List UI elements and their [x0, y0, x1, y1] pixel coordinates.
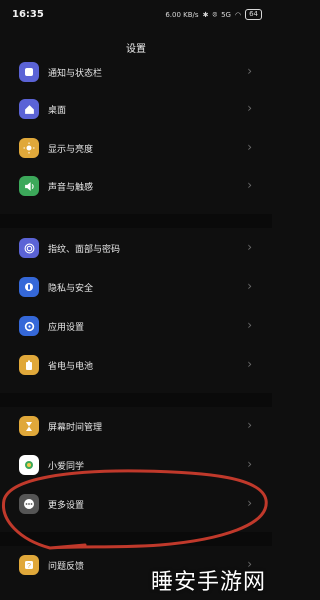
settings-item-label: 隐私与安全 [48, 284, 94, 294]
settings-item-label: 桌面 [48, 106, 67, 116]
more-icon [19, 494, 39, 514]
chevron-right-icon: › [247, 64, 252, 78]
sun-icon [19, 138, 39, 158]
settings-item-battery[interactable]: 省电与电池 › [0, 348, 272, 382]
settings-item-label: 更多设置 [48, 501, 85, 511]
clock: 16:35 [12, 9, 44, 20]
hourglass-icon [19, 416, 39, 436]
signal-label: 5G [221, 10, 231, 19]
section-divider [0, 393, 272, 407]
settings-item-label: 通知与状态栏 [48, 69, 103, 79]
mute-icon: ⦻ [212, 10, 218, 18]
status-bar: 16:35 6.00 KB/s ✱ ⦻ 5G ◠ 64 [0, 0, 272, 28]
chevron-right-icon: › [247, 279, 252, 293]
chevron-right-icon: › [247, 457, 252, 471]
assistant-icon [19, 455, 39, 475]
settings-item-screen-time[interactable]: 屏幕时间管理 › [0, 409, 272, 443]
page-title: 设置 [126, 44, 146, 55]
settings-item-fingerprint[interactable]: 指纹、面部与密码 › [0, 231, 272, 265]
settings-item-label: 显示与亮度 [48, 145, 94, 155]
battery-icon: 64 [245, 9, 262, 20]
status-icons: 6.00 KB/s ✱ ⦻ 5G ◠ 64 [165, 9, 262, 20]
svg-text:?: ? [27, 563, 31, 570]
section-divider [0, 214, 272, 228]
net-speed: 6.00 KB/s [165, 10, 199, 19]
settings-item-label: 声音与触感 [48, 183, 94, 193]
settings-item-label: 省电与电池 [48, 362, 94, 372]
chevron-right-icon: › [247, 357, 252, 371]
settings-item-label: 指纹、面部与密码 [48, 245, 121, 255]
settings-item-display[interactable]: 显示与亮度 › [0, 131, 272, 165]
app-settings-icon [19, 316, 39, 336]
bluetooth-icon: ✱ [202, 10, 209, 19]
settings-item-assistant[interactable]: 小爱同学 › [0, 448, 272, 482]
chevron-right-icon: › [247, 101, 252, 115]
chevron-right-icon: › [247, 140, 252, 154]
watermark: 睡安手游网 [150, 570, 266, 595]
chevron-right-icon: › [247, 178, 252, 192]
section-divider [0, 532, 272, 546]
chevron-right-icon: › [247, 418, 252, 432]
settings-item-label: 问题反馈 [48, 562, 85, 572]
settings-item-more[interactable]: 更多设置 › [0, 487, 272, 521]
settings-item-label: 屏幕时间管理 [48, 423, 103, 433]
home-icon [19, 99, 39, 119]
settings-item-sound[interactable]: 声音与触感 › [0, 169, 272, 203]
settings-item-apps[interactable]: 应用设置 › [0, 309, 272, 343]
settings-item-label: 应用设置 [48, 323, 85, 333]
chevron-right-icon: › [247, 318, 252, 332]
settings-item-desktop[interactable]: 桌面 › [0, 92, 272, 126]
fingerprint-icon [19, 238, 39, 258]
privacy-icon [19, 277, 39, 297]
wifi-icon: ◠ [234, 10, 242, 19]
notification-icon [19, 62, 39, 82]
volume-icon [19, 176, 39, 196]
chevron-right-icon: › [247, 240, 252, 254]
chevron-right-icon: › [247, 496, 252, 510]
settings-item-privacy[interactable]: 隐私与安全 › [0, 270, 272, 304]
feedback-icon: ? [19, 555, 39, 575]
settings-item-label: 小爱同学 [48, 462, 85, 472]
settings-item-notifications[interactable]: 通知与状态栏 › [0, 55, 272, 89]
battery-icon [19, 355, 39, 375]
